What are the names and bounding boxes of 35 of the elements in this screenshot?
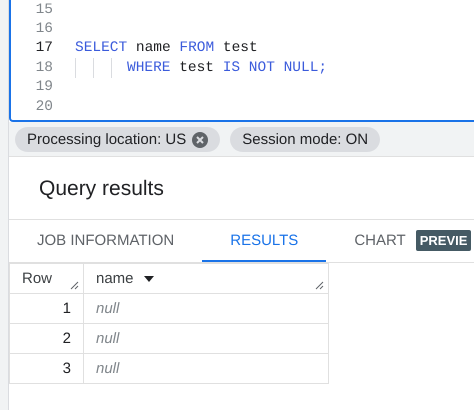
code-editor[interactable]: 15 16 17 SELECT name FROM test 18 WHERE test IS NOT NULL; 19 20	[9, 0, 474, 122]
info-chip[interactable]: Session mode: ON	[230, 127, 380, 152]
results-tab[interactable]: RESULTS	[202, 220, 326, 262]
row-number-cell: 3	[10, 354, 84, 384]
sql-keyword: FROM	[179, 40, 214, 56]
results-tab[interactable]: CHART PREVIE	[326, 220, 474, 262]
sql-identifier: test	[179, 60, 214, 76]
line-number: 17	[34, 40, 53, 56]
line-number: 16	[34, 21, 53, 38]
column-header[interactable]: name	[84, 264, 328, 294]
table-cell: null	[84, 324, 328, 354]
column-header[interactable]: Row	[10, 264, 84, 294]
line-number: 19	[34, 79, 53, 96]
dropdown-icon[interactable]	[144, 276, 154, 282]
table-cell: null	[84, 354, 328, 384]
sql-identifier: name	[136, 40, 171, 56]
results-title: Query results	[9, 157, 474, 220]
preview-badge: PREVIE	[416, 230, 472, 250]
results-tab[interactable]: JOB INFORMATION	[9, 220, 202, 262]
resize-handle-icon[interactable]	[70, 281, 79, 290]
table-cell: null	[84, 294, 328, 324]
sql-identifier: test	[222, 40, 258, 56]
line-number: 15	[34, 2, 53, 18]
row-number-cell: 2	[10, 324, 84, 354]
sql-keyword: NOT	[248, 60, 275, 76]
close-icon[interactable]	[192, 132, 208, 148]
resize-handle-icon[interactable]	[315, 281, 324, 290]
row-number-cell: 1	[10, 294, 84, 324]
sql-keyword: NULL;	[284, 60, 328, 76]
info-chip[interactable]: Processing location: US	[15, 127, 220, 152]
line-number: 18	[34, 60, 53, 76]
sql-keyword: IS	[222, 60, 240, 76]
line-number: 20	[34, 98, 53, 115]
sql-keyword: WHERE	[127, 60, 171, 76]
sql-keyword: SELECT	[75, 40, 128, 56]
